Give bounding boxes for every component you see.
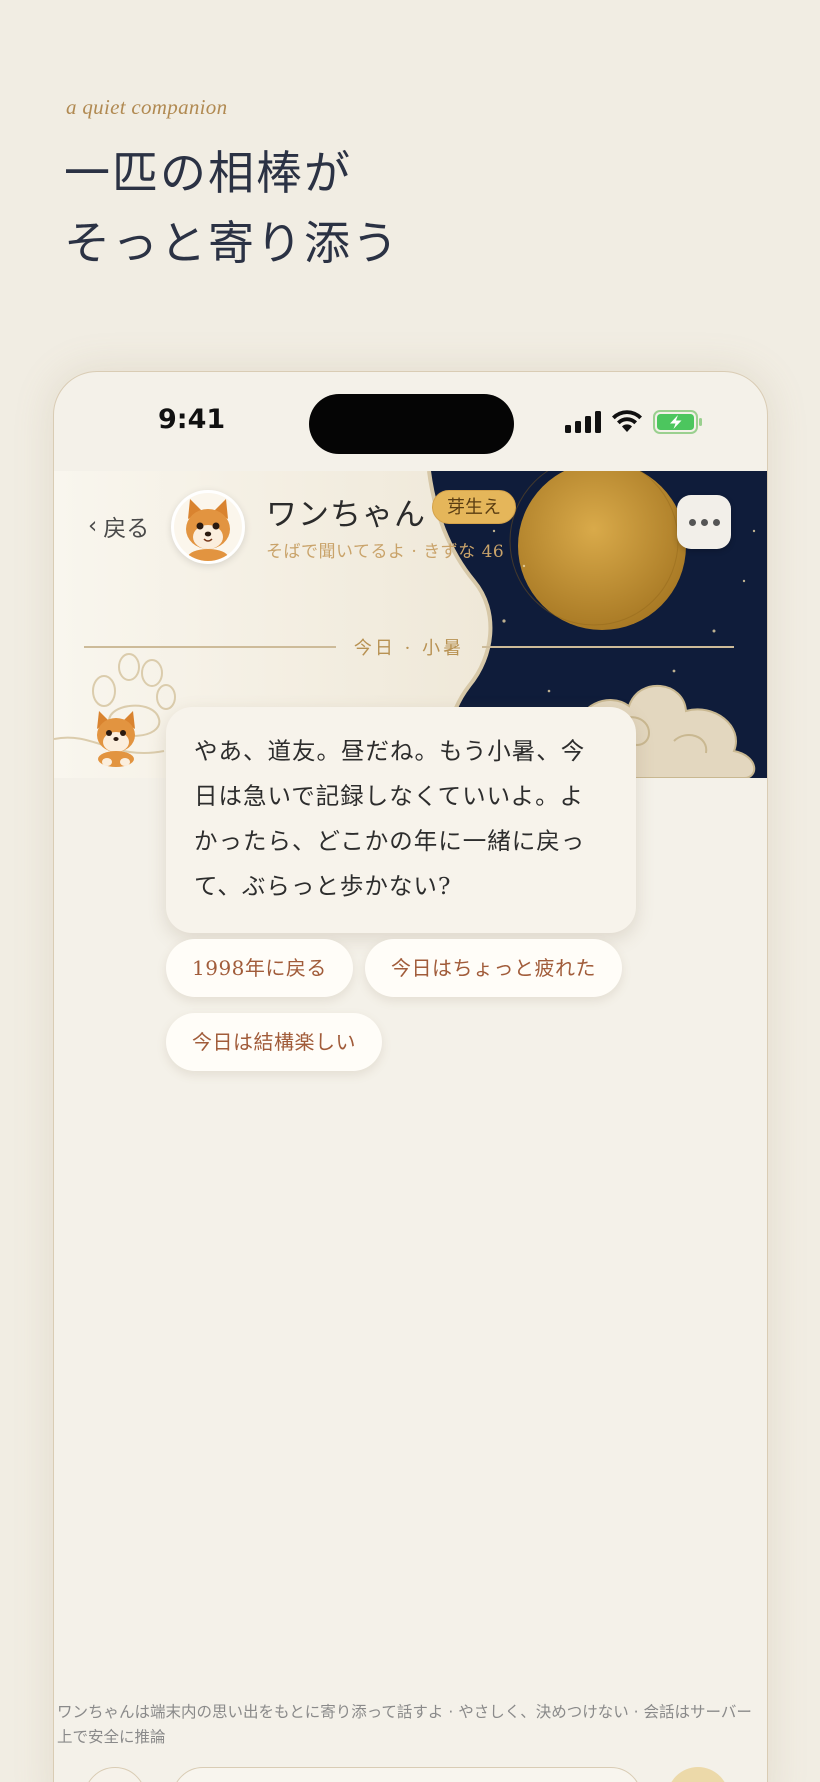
more-dot-icon — [700, 518, 708, 526]
status-time: 9:41 — [158, 404, 226, 435]
pet-avatar[interactable] — [171, 490, 245, 564]
more-options-button[interactable] — [677, 495, 731, 549]
pet-status: そばで聞いてるよ · きずな 46 — [266, 542, 505, 562]
chevron-left-icon: ‹ — [88, 513, 98, 539]
divider-line — [482, 646, 735, 648]
headline-line-2: そっと寄り添う — [64, 216, 400, 270]
phone-frame: 9:41 ‹ 戻る ワンちゃん 芽生え そばで聞いてるよ · きずな 46 今日… — [53, 371, 768, 1782]
date-divider: 今日 · 小暑 — [84, 632, 735, 662]
send-button[interactable] — [667, 1767, 729, 1782]
signal-icon — [565, 411, 601, 433]
status-icons — [565, 410, 703, 434]
voice-button[interactable] — [84, 1767, 146, 1782]
message-input[interactable] — [172, 1767, 642, 1782]
back-button[interactable]: ‹ 戻る — [88, 509, 149, 543]
back-label: 戻る — [103, 516, 150, 542]
tagline: a quiet companion — [66, 95, 228, 119]
more-dot-icon — [712, 518, 720, 526]
shiba-dog-icon — [174, 493, 242, 561]
dynamic-island — [309, 394, 514, 454]
pet-message-bubble: やあ、道友。昼だね。もう小暑、今日は急いで記録しなくていいよ。よかったら、どこか… — [166, 707, 636, 933]
date-label: 今日 · 小暑 — [353, 638, 465, 659]
quick-reply-chip[interactable]: 今日は結構楽しい — [166, 1013, 382, 1071]
disclaimer-text: ワンちゃんは端末内の思い出をもとに寄り添って話すよ · やさしく、決めつけない … — [57, 1703, 752, 1746]
quick-reply-chip[interactable]: 1998年に戻る — [166, 939, 353, 997]
headline-line-1: 一匹の相棒が — [64, 146, 352, 200]
more-dot-icon — [688, 518, 696, 526]
battery-charging-icon — [653, 410, 702, 434]
pet-name: ワンちゃん — [266, 497, 426, 533]
headline: 一匹の相棒が そっと寄り添う — [64, 138, 400, 278]
wifi-icon — [612, 410, 642, 432]
quick-reply-chip[interactable]: 今日はちょっと疲れた — [365, 939, 622, 997]
stage-badge: 芽生え — [432, 490, 516, 524]
pet-message-avatar — [97, 711, 135, 767]
divider-line — [84, 646, 336, 648]
